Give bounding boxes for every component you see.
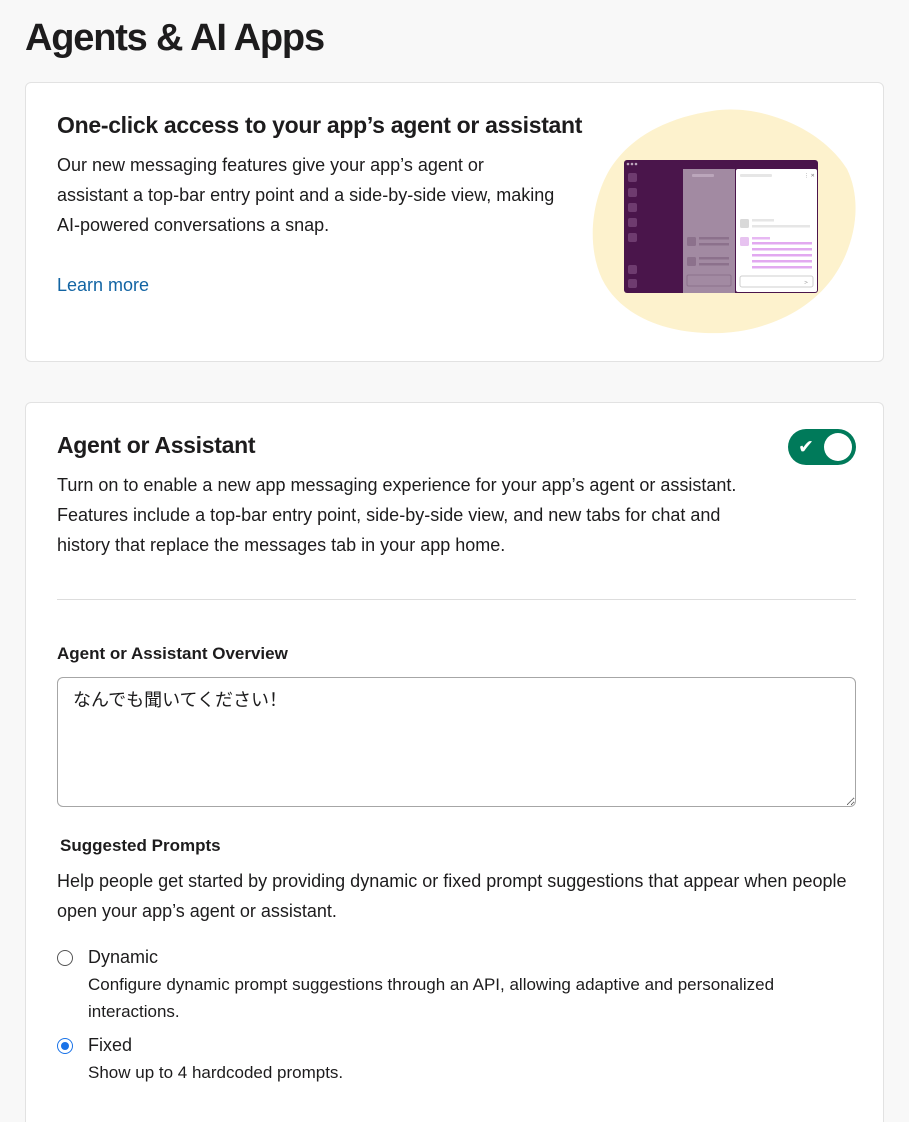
agent-toggle[interactable]: ✔: [788, 429, 856, 465]
fixed-radio-description: Show up to 4 hardcoded prompts.: [88, 1063, 344, 1082]
dynamic-radio-description: Configure dynamic prompt suggestions thr…: [88, 975, 775, 1021]
suggested-prompts-description: Help people get started by providing dyn…: [57, 871, 847, 921]
overview-textarea[interactable]: なんでも聞いてください！: [57, 677, 856, 807]
learn-more-link[interactable]: Learn more: [57, 270, 149, 300]
overview-label: Agent or Assistant Overview: [57, 644, 288, 663]
checkmark-icon: ✔: [798, 436, 814, 458]
promo-body: Our new messaging features give your app…: [57, 155, 555, 235]
svg-text:>: >: [804, 280, 808, 286]
promo-heading: One-click access to your app’s agent or …: [57, 112, 583, 138]
agent-settings-card: Agent or Assistant ✔ Turn on to enable a…: [25, 402, 884, 1122]
page-title: Agents & AI Apps: [25, 17, 325, 59]
agent-heading: Agent or Assistant: [57, 432, 256, 458]
suggested-prompts-label: Suggested Prompts: [60, 836, 221, 855]
svg-text:⋮ ✕: ⋮ ✕: [804, 173, 815, 179]
agent-description: Turn on to enable a new app messaging ex…: [57, 475, 737, 555]
slack-side-by-side-illustration: ⋮ ✕ >: [592, 109, 856, 334]
toggle-knob: [824, 433, 852, 461]
dynamic-radio-label[interactable]: Dynamic: [88, 943, 158, 971]
promo-card: One-click access to your app’s agent or …: [25, 82, 884, 362]
divider: [57, 599, 856, 600]
fixed-radio[interactable]: [57, 1038, 73, 1054]
dynamic-radio[interactable]: [57, 950, 73, 966]
fixed-radio-label[interactable]: Fixed: [88, 1031, 132, 1059]
